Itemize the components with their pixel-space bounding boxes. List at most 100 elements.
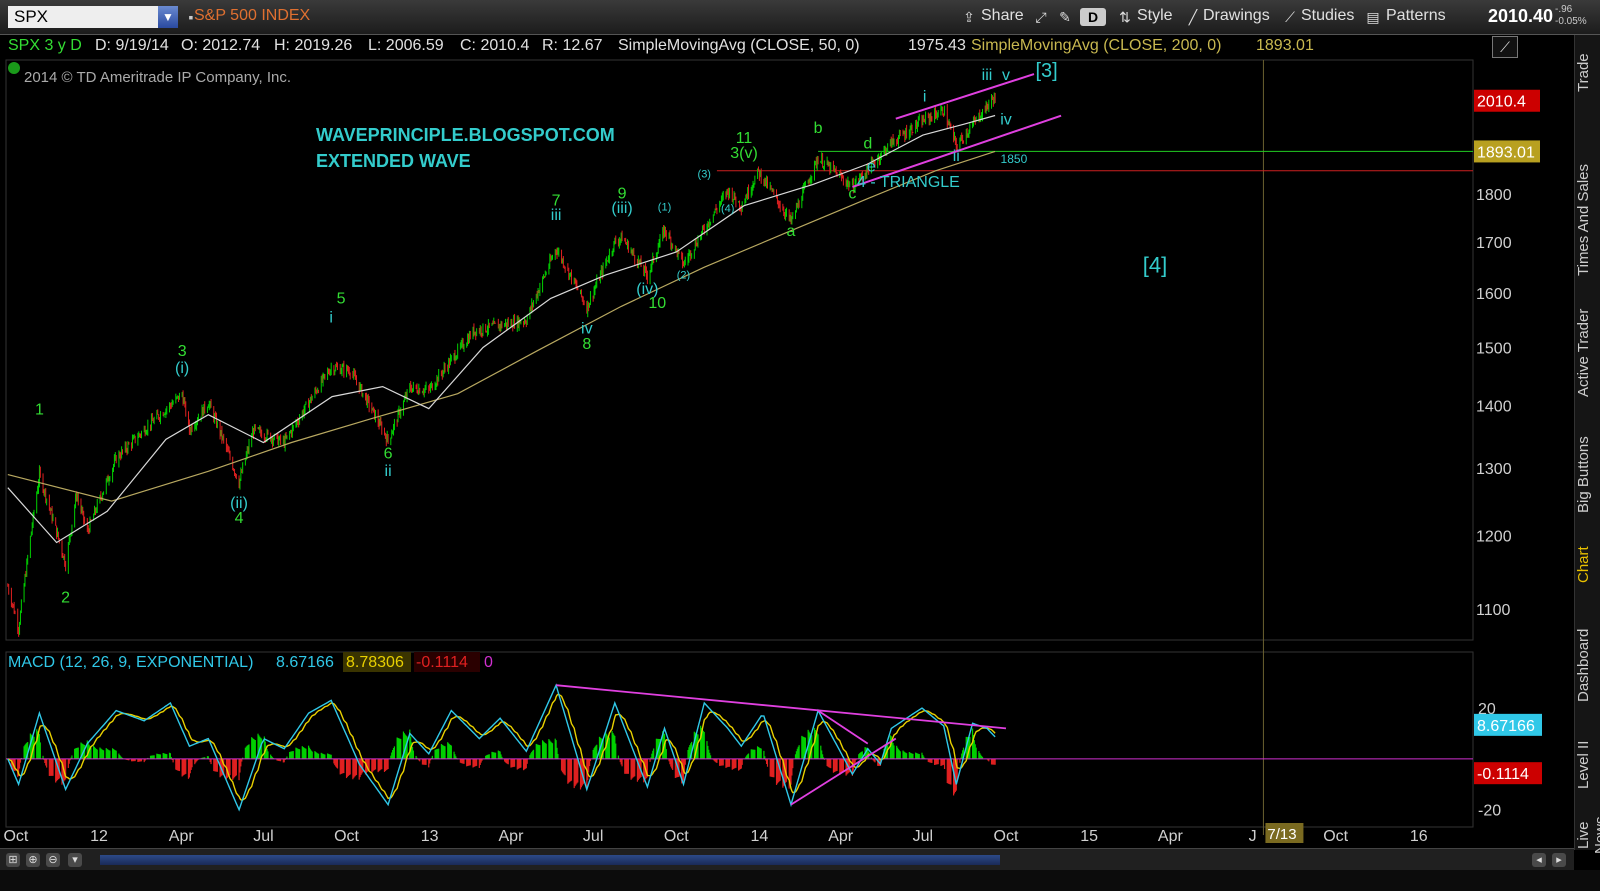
x-tick-label: Apr: [1158, 828, 1184, 845]
right-sidebar: Trade Times And Sales Active Trader Big But…: [1574, 35, 1600, 854]
wave-label: (i): [175, 360, 189, 377]
x-tick-label: Apr: [169, 828, 195, 845]
price-tick-label: 1800: [1476, 187, 1512, 204]
patterns-icon[interactable]: ▤: [1364, 8, 1382, 26]
patterns-button[interactable]: Patterns: [1386, 7, 1446, 25]
scroll-thumb[interactable]: [100, 855, 1000, 865]
share-button[interactable]: Share: [981, 7, 1024, 25]
macd-signal-line: [7, 693, 996, 801]
scroll-right-icon[interactable]: ▸: [1552, 853, 1566, 867]
wave-label: (1): [658, 201, 671, 213]
wave-label: a: [787, 223, 796, 240]
wave-label: iii: [551, 207, 562, 224]
wave-label: (3): [698, 169, 711, 181]
x-tick-label: 13: [421, 828, 439, 845]
style-icon[interactable]: ⇅: [1116, 8, 1134, 26]
wave-label: ii: [953, 148, 960, 165]
wave-label: 1: [35, 402, 44, 419]
x-tick-label: Jul: [253, 828, 273, 845]
wave-label: 4 - TRIANGLE: [857, 174, 960, 191]
change-value: -.96: [1555, 4, 1573, 15]
price-tick-label: 1600: [1476, 286, 1512, 303]
level-label-1850: 1850: [1001, 152, 1028, 166]
x-tick-label: Oct: [334, 828, 359, 845]
symbol-input[interactable]: SPX: [8, 6, 158, 28]
sidebar-tab-live-news[interactable]: Live News: [1575, 805, 1600, 865]
blog-url-text: WAVEPRINCIPLE.BLOGSPOT.COM: [316, 125, 615, 145]
sidebar-tab-chart[interactable]: Chart: [1575, 535, 1600, 595]
time-scrollbar[interactable]: ⊞ ⊕ ⊖ ▾ ◂ ▸: [0, 848, 1574, 871]
sidebar-tab-big-buttons[interactable]: Big Buttons: [1575, 425, 1600, 525]
change-percent: -0.05%: [1555, 16, 1587, 27]
wave-label: [3]: [1036, 60, 1058, 82]
studies-icon[interactable]: ⟋: [1281, 8, 1299, 26]
macd-tick-label: -20: [1478, 803, 1501, 820]
drawings-button[interactable]: Drawings: [1203, 7, 1270, 25]
pan-icon[interactable]: ⊞: [6, 853, 20, 867]
top-toolbar: SPX ▼ ▪ S&P 500 INDEX ⇪ Share ⤢ ✎ D ⇅ St…: [0, 0, 1600, 35]
wave-label: 5: [337, 291, 346, 308]
wave-label: 8: [582, 336, 591, 353]
drawings-icon[interactable]: ╱: [1184, 8, 1202, 26]
wave-label: [4]: [1143, 252, 1167, 277]
aggregation-d-button[interactable]: D: [1080, 8, 1106, 26]
sidebar-tab-level-ii[interactable]: Level II: [1575, 735, 1600, 795]
macd-zero-value: 0: [484, 654, 493, 671]
macd-line: [7, 683, 996, 812]
wave-label: i: [923, 89, 927, 106]
wave-label: 6: [384, 445, 393, 462]
symbol-dropdown-icon[interactable]: ▼: [158, 6, 178, 28]
macd-panel-frame: [5, 651, 1474, 828]
macd-trendline-0: [556, 684, 1007, 730]
x-tick-label: Apr: [828, 828, 854, 845]
macd-tag: 8.67166: [1477, 718, 1535, 735]
drawing-menu-icon[interactable]: ▾: [68, 853, 82, 867]
price-trendline-1: [895, 73, 1035, 120]
x-tick-label: Oct: [1323, 828, 1348, 845]
share-icon[interactable]: ⇪: [960, 8, 978, 26]
price-chart[interactable]: 1850 123(i)(ii)4i56ii7iiiiv89(iii)(iv)10…: [0, 35, 1574, 848]
last-price: 2010.40: [1488, 6, 1554, 26]
wave-label: 2: [61, 590, 70, 607]
x-tick-label: Oct: [664, 828, 689, 845]
wave-label: 3(v): [730, 145, 758, 162]
x-tick-label: 14: [750, 828, 768, 845]
x-tick-label: 15: [1080, 828, 1098, 845]
wave-label: i: [329, 310, 333, 327]
wave-label: ii: [385, 463, 392, 480]
index-name: S&P 500 INDEX: [194, 7, 311, 24]
wave-label: (iii): [611, 200, 632, 217]
x-tick-label: 12: [90, 828, 108, 845]
macd-value: 8.67166: [276, 654, 334, 671]
wave-label: 3: [178, 343, 187, 360]
wrench-icon[interactable]: ✎: [1056, 8, 1074, 26]
macd-label[interactable]: MACD (12, 26, 9, EXPONENTIAL): [8, 654, 253, 671]
extended-wave-text: EXTENDED WAVE: [316, 151, 471, 171]
x-tick-label: 16: [1410, 828, 1428, 845]
zoom-icon[interactable]: ⤢: [1032, 8, 1050, 26]
macd-diff-value: -0.1114: [416, 654, 468, 671]
sidebar-tab-active-trader[interactable]: Active Trader: [1575, 293, 1600, 413]
wave-label: (4): [721, 203, 734, 215]
macd-tag: -0.1114: [1477, 766, 1529, 783]
price-tick-label: 1700: [1476, 235, 1512, 252]
sidebar-tab-times-and-sales[interactable]: Times And Sales: [1575, 155, 1600, 285]
zoom-out-icon[interactable]: ⊖: [46, 853, 60, 867]
macd-avg-value: 8.78306: [346, 654, 404, 671]
sidebar-tab-dashboard[interactable]: Dashboard: [1575, 605, 1600, 725]
zoom-in-icon[interactable]: ⊕: [26, 853, 40, 867]
style-button[interactable]: Style: [1137, 7, 1173, 25]
sidebar-tab-trade[interactable]: Trade: [1575, 43, 1600, 103]
x-tick-label: Oct: [994, 828, 1019, 845]
price-tag: 2010.4: [1477, 94, 1526, 111]
studies-button[interactable]: Studies: [1301, 7, 1354, 25]
x-tick-label: Oct: [3, 828, 28, 845]
scroll-left-icon[interactable]: ◂: [1532, 853, 1546, 867]
wave-label: v: [1002, 67, 1010, 84]
wave-label: (2): [677, 269, 690, 281]
wave-label: iii: [982, 67, 993, 84]
wave-label: iv: [581, 321, 593, 338]
wave-label: iv: [1000, 111, 1012, 128]
status-icon: [8, 62, 20, 74]
x-tick-label: Apr: [499, 828, 525, 845]
